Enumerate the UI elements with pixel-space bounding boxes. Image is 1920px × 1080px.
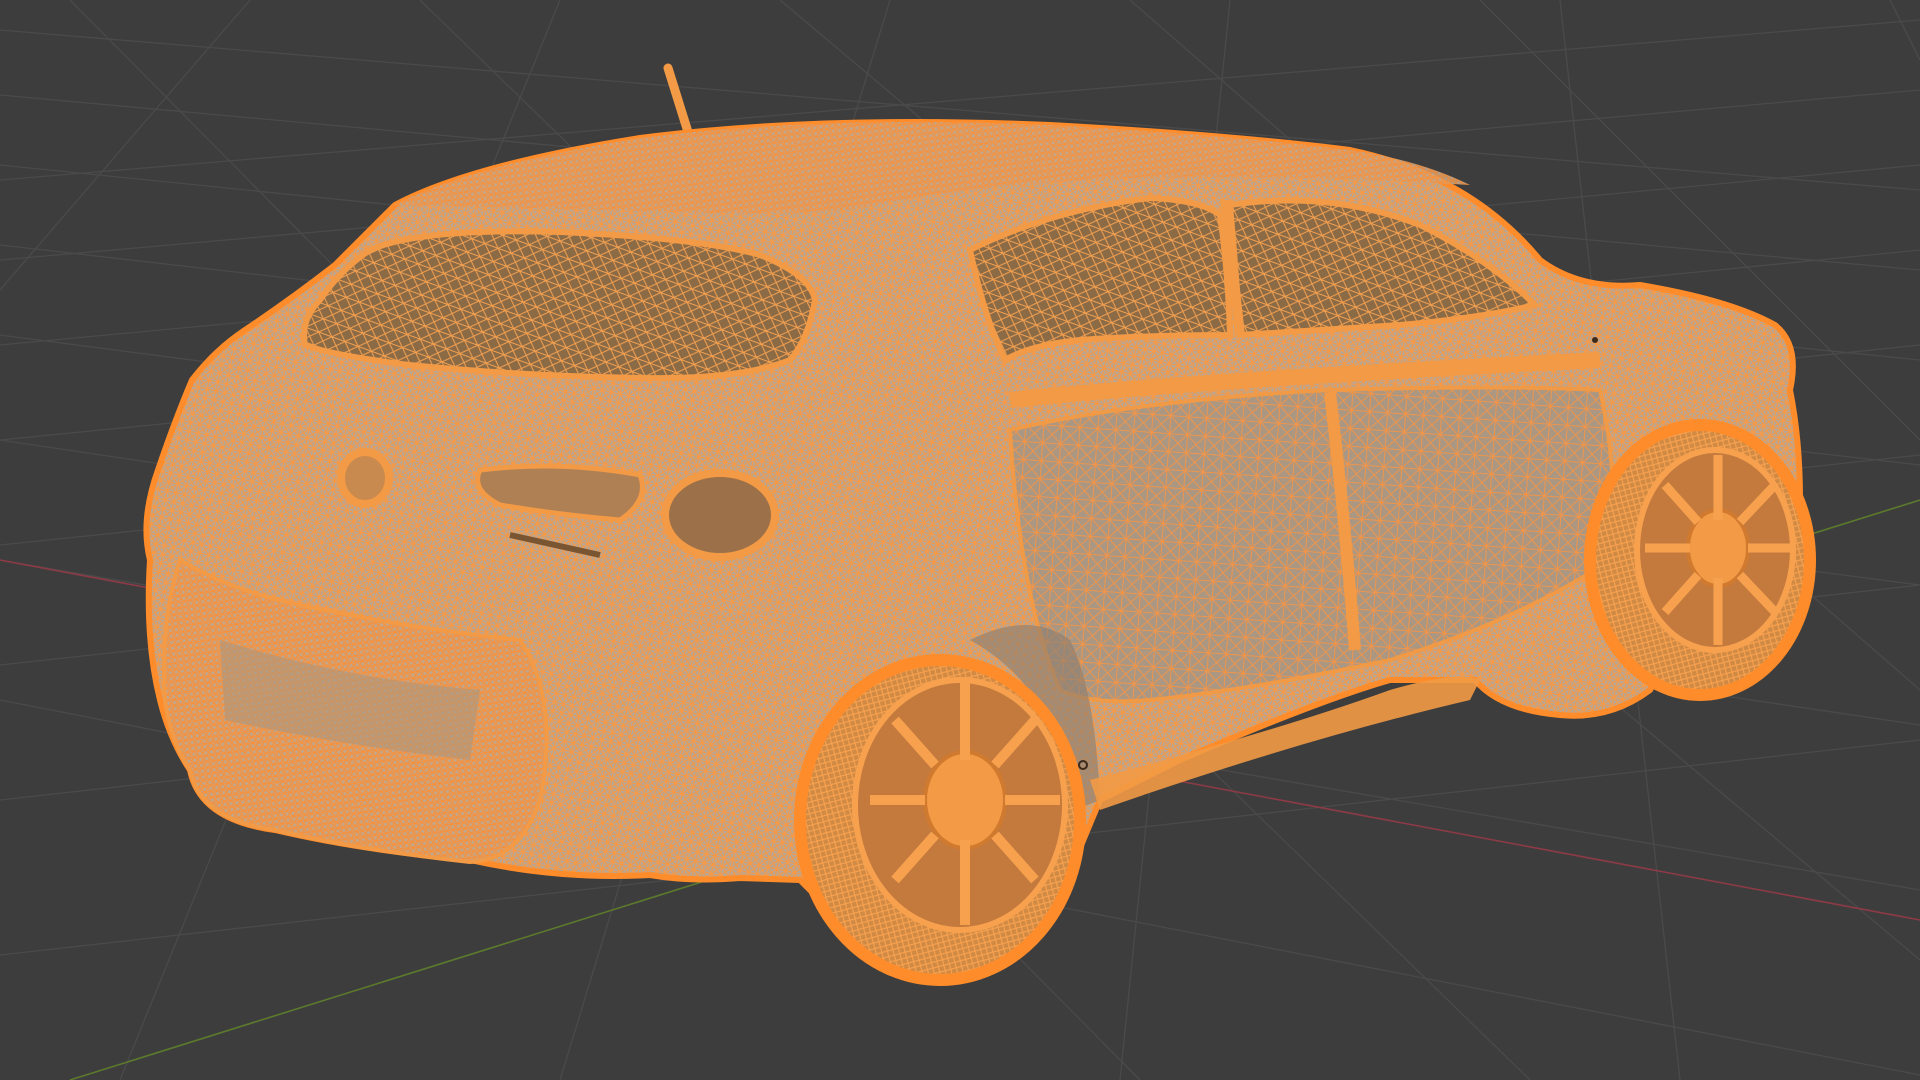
viewport-canvas[interactable] (0, 0, 1920, 1080)
3d-viewport[interactable] (0, 0, 1920, 1080)
front-wheel (1584, 419, 1816, 701)
rear-wheel (794, 654, 1086, 986)
vertex-dot (1592, 337, 1598, 343)
tail-light-right (661, 469, 779, 561)
rear-window (301, 228, 819, 382)
rear-badge (337, 448, 393, 508)
